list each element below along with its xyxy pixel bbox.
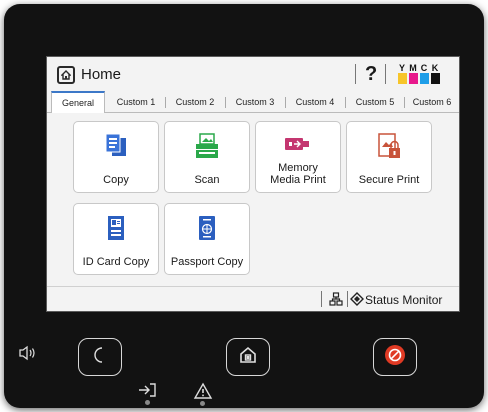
ink-level-magenta[interactable]: M bbox=[408, 63, 418, 84]
stop-button[interactable] bbox=[373, 338, 417, 376]
moon-icon bbox=[92, 346, 108, 369]
tab-custom-4[interactable]: Custom 4 bbox=[287, 91, 343, 112]
header-divider bbox=[355, 64, 356, 84]
status-monitor-icon[interactable] bbox=[350, 292, 364, 311]
header-divider bbox=[385, 64, 386, 84]
tab-divider bbox=[165, 97, 166, 108]
passport-copy-tile[interactable]: Passport Copy bbox=[164, 203, 250, 275]
passport-copy-label: Passport Copy bbox=[170, 256, 244, 268]
stop-icon bbox=[383, 343, 407, 372]
data-indicator-light bbox=[145, 400, 150, 405]
tab-custom-6[interactable]: Custom 6 bbox=[405, 91, 459, 112]
ink-level-black[interactable]: K bbox=[430, 63, 440, 84]
status-monitor-button[interactable]: Status Monitor bbox=[365, 293, 442, 307]
scan-label: Scan bbox=[194, 174, 220, 186]
tab-divider bbox=[345, 97, 346, 108]
header-bar: Home ? Y M C K bbox=[47, 57, 459, 91]
error-indicator-light bbox=[200, 401, 205, 406]
touch-screen: Home ? Y M C K General Custom 1 Custom 2… bbox=[46, 56, 460, 312]
id-card-copy-tile[interactable]: ID Card Copy bbox=[73, 203, 159, 275]
ink-bar bbox=[409, 73, 418, 84]
memory-media-print-label: Memory Media Print bbox=[270, 162, 326, 186]
memory-media-print-tile[interactable]: Memory Media Print bbox=[255, 121, 341, 193]
status-divider bbox=[321, 291, 322, 307]
status-divider bbox=[347, 291, 348, 307]
home-icon bbox=[238, 345, 258, 370]
passport-icon bbox=[193, 214, 221, 247]
status-bar: Status Monitor bbox=[47, 286, 459, 311]
sleep-button[interactable] bbox=[78, 338, 122, 376]
speaker-icon bbox=[18, 345, 38, 366]
secure-print-icon bbox=[375, 132, 403, 167]
home-button[interactable] bbox=[226, 338, 270, 376]
home-screen-icon bbox=[57, 66, 75, 84]
printer-control-panel: Home ? Y M C K General Custom 1 Custom 2… bbox=[4, 4, 484, 408]
ink-bar bbox=[431, 73, 440, 84]
tab-bar: General Custom 1 Custom 2 Custom 3 Custo… bbox=[47, 91, 459, 113]
copy-icon bbox=[102, 132, 130, 165]
help-button[interactable]: ? bbox=[365, 63, 377, 86]
secure-print-label: Secure Print bbox=[358, 174, 420, 186]
tab-general[interactable]: General bbox=[51, 91, 105, 113]
tab-custom-2[interactable]: Custom 2 bbox=[167, 91, 223, 112]
id-card-icon bbox=[102, 214, 130, 247]
ink-level-yellow[interactable]: Y bbox=[397, 63, 407, 84]
usb-drive-icon bbox=[282, 132, 314, 161]
page-title: Home bbox=[81, 66, 122, 83]
scan-tile[interactable]: Scan bbox=[164, 121, 250, 193]
id-card-copy-label: ID Card Copy bbox=[82, 256, 150, 268]
ink-bar bbox=[398, 73, 407, 84]
secure-print-tile[interactable]: Secure Print bbox=[346, 121, 432, 193]
copy-tile[interactable]: Copy bbox=[73, 121, 159, 193]
network-icon[interactable] bbox=[329, 292, 343, 311]
tab-custom-3[interactable]: Custom 3 bbox=[227, 91, 283, 112]
ink-level-cyan[interactable]: C bbox=[419, 63, 429, 84]
tab-custom-1[interactable]: Custom 1 bbox=[109, 91, 163, 112]
ink-bar bbox=[420, 73, 429, 84]
tab-custom-5[interactable]: Custom 5 bbox=[347, 91, 403, 112]
tab-divider bbox=[285, 97, 286, 108]
copy-label: Copy bbox=[103, 174, 129, 186]
scan-icon bbox=[193, 132, 221, 165]
tab-divider bbox=[225, 97, 226, 108]
